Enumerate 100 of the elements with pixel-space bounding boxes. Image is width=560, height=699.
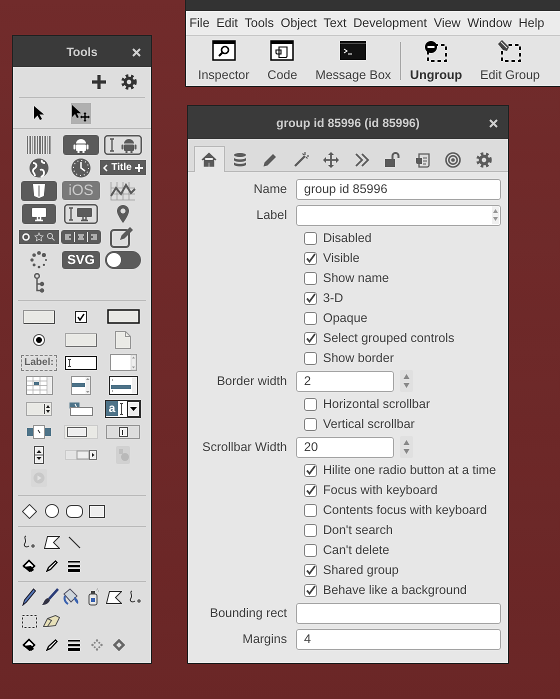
icon-bar-icon[interactable] xyxy=(19,230,59,244)
monitor-field-icon[interactable] xyxy=(64,204,98,224)
slider-icon[interactable] xyxy=(106,424,140,438)
button-icon[interactable] xyxy=(65,332,97,346)
globe-icon[interactable] xyxy=(29,158,49,178)
table-icon[interactable] xyxy=(26,376,52,395)
line-width-icon[interactable] xyxy=(68,639,80,651)
checkbox[interactable] xyxy=(304,232,317,244)
diamond-icon[interactable] xyxy=(22,504,37,518)
menu-item[interactable]: Help xyxy=(515,16,548,30)
pencil-icon[interactable] xyxy=(22,588,36,606)
spin-arrows-icon[interactable] xyxy=(400,370,413,392)
monitor-icon[interactable] xyxy=(22,204,56,224)
checkbox[interactable] xyxy=(304,272,317,284)
eraser-icon[interactable] xyxy=(43,615,60,627)
spin-arrows-icon[interactable] xyxy=(400,436,413,458)
circle-icon[interactable] xyxy=(44,504,59,518)
rectangle-icon[interactable] xyxy=(88,504,105,518)
checkbox[interactable] xyxy=(304,464,317,476)
checkbox[interactable] xyxy=(304,584,317,596)
menu-item[interactable]: Window xyxy=(464,16,516,30)
polygon-icon[interactable] xyxy=(106,590,122,604)
checkbox[interactable] xyxy=(304,544,317,556)
input-field[interactable]: 20 xyxy=(296,436,394,458)
input-field[interactable] xyxy=(296,602,501,624)
tree-icon[interactable] xyxy=(33,272,45,292)
menu-item[interactable]: Text xyxy=(320,16,350,30)
checkbox[interactable] xyxy=(304,504,317,516)
edit-icon[interactable] xyxy=(110,226,136,248)
input-field[interactable]: 4 xyxy=(296,628,501,650)
navigation-bar-icon[interactable]: Title xyxy=(100,160,146,175)
barcode-icon[interactable] xyxy=(26,134,52,154)
checkbox[interactable] xyxy=(304,398,317,410)
dotted-diamond-icon[interactable] xyxy=(90,639,103,651)
settings-icon[interactable] xyxy=(121,74,137,90)
line-width-icon[interactable] xyxy=(68,560,80,572)
menu-item[interactable]: Edit xyxy=(212,16,242,30)
android-field-icon[interactable] xyxy=(104,134,142,154)
android-icon[interactable] xyxy=(63,134,99,154)
menu-item[interactable]: Development xyxy=(350,16,430,30)
close-icon[interactable] xyxy=(132,48,141,56)
checkbox[interactable] xyxy=(304,252,317,264)
progress-bar-icon[interactable] xyxy=(64,424,98,438)
menu-item[interactable]: Object xyxy=(277,16,320,30)
svg-icon[interactable]: SVG xyxy=(62,250,100,268)
tab[interactable] xyxy=(194,146,224,172)
checkbox[interactable] xyxy=(304,292,317,304)
option-menu-icon[interactable] xyxy=(26,402,52,416)
polygon-icon[interactable] xyxy=(44,536,60,548)
menu-item[interactable]: View xyxy=(430,16,464,30)
checkbox[interactable] xyxy=(304,332,317,344)
diamond-icon[interactable] xyxy=(113,639,126,651)
line-chart-icon[interactable] xyxy=(110,180,136,200)
checkbox[interactable] xyxy=(304,564,317,576)
rounded-rectangle-icon[interactable] xyxy=(66,504,83,518)
plus-icon[interactable] xyxy=(91,74,107,90)
popup-menu-icon[interactable] xyxy=(69,402,93,416)
toggle-switch-icon[interactable] xyxy=(105,250,141,268)
marquee-selection-icon[interactable] xyxy=(22,614,37,628)
selected-tool-button[interactable] xyxy=(71,102,91,124)
stepper-icon[interactable] xyxy=(34,446,44,464)
checkbox[interactable] xyxy=(304,524,317,536)
button-icon[interactable] xyxy=(23,310,55,324)
paint-can-icon[interactable] xyxy=(22,559,36,573)
label-icon[interactable]: Label: xyxy=(21,354,57,370)
segmented-control-icon[interactable] xyxy=(61,230,101,244)
scrollbar-icon[interactable] xyxy=(65,450,97,460)
html5-shield-icon[interactable] xyxy=(21,180,57,200)
freehand-curve-icon[interactable] xyxy=(22,535,36,549)
toolbar-button[interactable]: Code xyxy=(258,36,306,86)
slider-icon[interactable] xyxy=(27,424,51,438)
toolbar-button[interactable]: Inspector xyxy=(189,36,258,86)
pen-icon[interactable] xyxy=(46,560,58,572)
menu-item[interactable]: Tools xyxy=(241,16,278,30)
toolbar-button[interactable]: Ungroup xyxy=(401,36,472,86)
toolbar-button[interactable]: Message Box xyxy=(306,36,400,86)
default-button-icon[interactable] xyxy=(106,309,140,324)
input-field[interactable]: 2 xyxy=(296,370,394,392)
paint-can-icon[interactable] xyxy=(22,638,36,652)
paintbrush-icon[interactable] xyxy=(40,588,59,606)
paint-bucket-icon[interactable] xyxy=(62,588,80,606)
map-pin-icon[interactable] xyxy=(116,204,130,224)
list-icon[interactable] xyxy=(108,376,138,395)
freehand-curve-icon[interactable] xyxy=(128,590,142,604)
checkbox-icon[interactable] xyxy=(75,310,87,322)
combo-box-icon[interactable]: a xyxy=(104,400,142,418)
text-field-icon[interactable] xyxy=(65,356,97,370)
close-icon[interactable] xyxy=(489,118,498,128)
radio-button-icon[interactable] xyxy=(33,334,45,346)
clock-icon[interactable] xyxy=(71,158,91,178)
line-icon[interactable] xyxy=(68,536,81,548)
checkbox[interactable] xyxy=(304,484,317,496)
menu-item[interactable]: File xyxy=(186,16,213,30)
toolbar-button[interactable]: Edit Group xyxy=(471,36,549,86)
checkbox[interactable] xyxy=(304,312,317,324)
spray-can-icon[interactable] xyxy=(86,588,99,606)
pen-icon[interactable] xyxy=(46,639,58,651)
checkbox[interactable] xyxy=(304,352,317,364)
text-field[interactable] xyxy=(296,204,501,226)
checkbox[interactable] xyxy=(304,418,317,430)
